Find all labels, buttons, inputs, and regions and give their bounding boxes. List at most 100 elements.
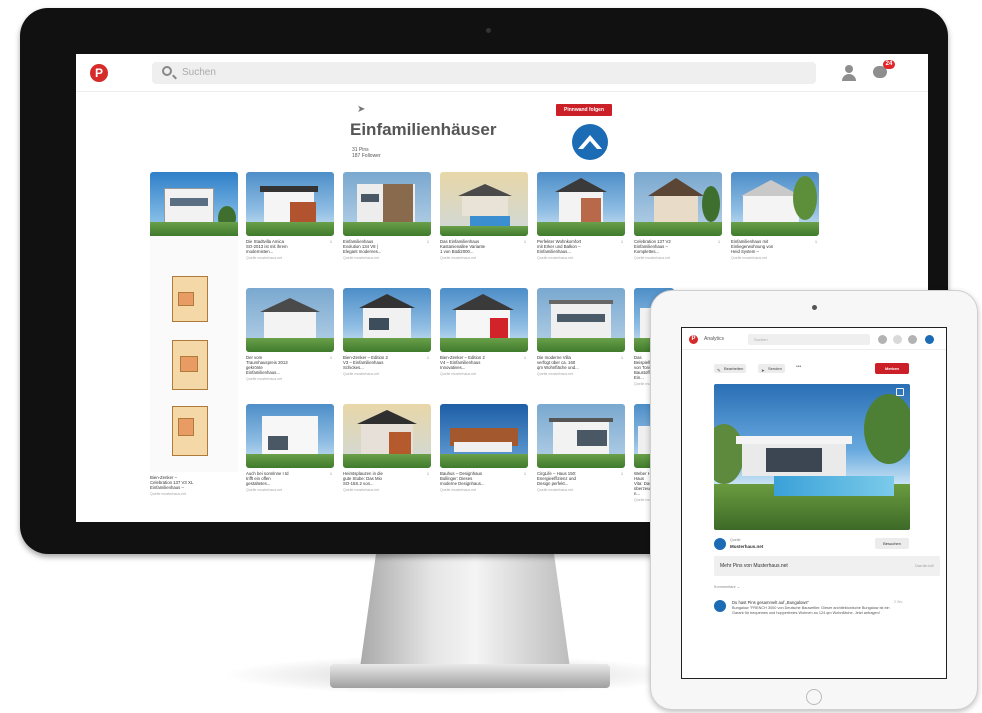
notifications-icon[interactable] — [893, 335, 902, 344]
pin-image[interactable] — [246, 288, 334, 352]
profile-avatar[interactable] — [925, 335, 934, 344]
expand-icon[interactable] — [896, 388, 904, 396]
pin-image[interactable] — [343, 172, 431, 236]
more-options-button[interactable]: ••• — [796, 364, 801, 370]
pin-image[interactable] — [731, 172, 819, 236]
lawn — [150, 222, 238, 236]
house-shape — [454, 442, 512, 452]
notification-badge: 24 — [883, 60, 895, 69]
pin-source[interactable]: Quelle musterhaus.net — [634, 256, 722, 260]
analytics-link[interactable]: Analytics — [704, 336, 724, 342]
repin-count: 1 — [524, 356, 526, 360]
house-shape — [551, 304, 611, 340]
lawn — [440, 338, 528, 352]
pin-source[interactable]: Quelle musterhaus.net — [343, 488, 431, 492]
comments-toggle[interactable]: Kommentare ⌄ — [714, 584, 740, 589]
more-pins-link[interactable]: Das bin ich! — [915, 564, 934, 568]
pin-card[interactable]: 1 Bien-Zenker – Edition 2 V3 – Einfamili… — [343, 288, 431, 376]
pin-image[interactable] — [343, 404, 431, 468]
pin-card[interactable]: 1 Die Stadtvilla Amica SO-2013 ist mit i… — [246, 172, 334, 260]
pin-image[interactable] — [440, 172, 528, 236]
share-arrow-icon[interactable]: ➤ — [357, 104, 365, 115]
follow-board-button[interactable]: Pinnwand folgen — [556, 104, 612, 116]
board-stats: 31 Pins 187 Follower — [352, 147, 381, 159]
pin-image[interactable] — [537, 404, 625, 468]
more-pins-box[interactable]: Mehr Pins von Musterhaus.net Das bin ich… — [714, 556, 940, 576]
messages-icon[interactable] — [908, 335, 917, 344]
pinterest-logo-icon[interactable]: P — [90, 64, 108, 82]
pin-card[interactable]: 1 Heimtsplauzen in die gute Stube: Das M… — [343, 404, 431, 492]
pin-source[interactable]: Quelle musterhaus.net — [440, 372, 528, 376]
pin-card[interactable]: 1 Bien-Zenker – Edition 2 V4 – Einfamili… — [440, 288, 528, 376]
pin-card[interactable]: 1 Bauhus – Designhaus Bullinger: Dieses … — [440, 404, 528, 492]
ipad-home-button[interactable] — [806, 689, 822, 705]
house-window — [268, 436, 288, 450]
house-window — [361, 194, 379, 202]
pin-card[interactable]: 1 Das Einfamilienhaus Kastanienallee Var… — [440, 172, 528, 260]
pin-card[interactable]: 1 Auch bei sonnlnne I td trifft ein offe… — [246, 404, 334, 492]
pin-card[interactable]: 1 Der vom Traumhauspreis 2013 gekrönte E… — [246, 288, 334, 381]
house-roof — [452, 294, 514, 310]
pin-description: Bien-Zenker – Edition 2 V3 – Einfamilien… — [343, 355, 388, 370]
pin-source[interactable]: Quelle musterhaus.net — [731, 256, 819, 260]
pin-image[interactable] — [246, 172, 334, 236]
pin-source[interactable]: Quelle musterhaus.net — [150, 492, 238, 496]
pin-source[interactable]: Quelle musterhaus.net — [537, 372, 625, 376]
lawn — [440, 226, 528, 236]
commenter-avatar[interactable] — [714, 600, 726, 612]
pin-image[interactable] — [537, 172, 625, 236]
pin-source[interactable]: Quelle musterhaus.net — [440, 488, 528, 492]
edit-button[interactable]: ✎ Bearbeiten — [714, 364, 747, 373]
pin-source[interactable]: Quelle musterhaus.net — [343, 372, 431, 376]
pin-image[interactable] — [440, 404, 528, 468]
pin-image[interactable] — [634, 172, 722, 236]
lawn — [537, 454, 625, 468]
pin-source[interactable]: Quelle musterhaus.net — [246, 377, 334, 381]
imac-stand-neck — [360, 548, 570, 668]
pin-image[interactable] — [343, 288, 431, 352]
search-input[interactable]: Suchen — [152, 62, 816, 84]
save-pin-button[interactable]: Merken — [875, 363, 909, 374]
repin-count: 1 — [718, 240, 720, 244]
source-name[interactable]: Musterhaus.net — [730, 544, 763, 549]
pin-source[interactable]: Quelle musterhaus.net — [537, 488, 625, 492]
lawn — [246, 454, 334, 468]
house-roof — [458, 184, 512, 196]
lawn — [537, 222, 625, 236]
pin-source[interactable]: Quelle musterhaus.net — [440, 256, 528, 260]
pin-image[interactable] — [440, 288, 528, 352]
pin-description: Auch bei sonnlnne I td trifft ein offen … — [246, 471, 289, 486]
pin-image[interactable] — [246, 404, 334, 468]
search-placeholder: Suchen — [754, 337, 768, 342]
pin-card[interactable]: 1 Die moderne Villa verfügt über ca. 160… — [537, 288, 625, 376]
pin-source[interactable]: Quelle musterhaus.net — [246, 256, 334, 260]
more-pins-text: Mehr Pins von Musterhaus.net — [720, 563, 788, 569]
send-button[interactable]: ➤ Senden — [758, 364, 785, 373]
board-owner-avatar[interactable] — [572, 124, 608, 160]
pinterest-logo-icon[interactable]: P — [689, 335, 698, 344]
visit-button[interactable]: Besuchen — [875, 538, 909, 549]
pin-closeup-image[interactable] — [714, 384, 910, 530]
pin-image[interactable] — [537, 288, 625, 352]
tree — [793, 176, 817, 220]
board-follower-count[interactable]: 187 Follower — [352, 153, 381, 159]
imac-camera — [486, 28, 491, 33]
source-label: Quelle: — [730, 538, 742, 542]
pin-source[interactable]: Quelle musterhaus.net — [343, 256, 431, 260]
pin-card-floorplan[interactable]: Bien-Zenker – Celebration 137 V3 XL Einf… — [150, 172, 238, 496]
pin-source[interactable]: Quelle musterhaus.net — [537, 256, 625, 260]
board-title: Einfamilienhäuser — [350, 120, 497, 139]
pin-image-floorplan[interactable] — [150, 172, 238, 472]
pin-card[interactable]: 1 Perfekter Wohnkomfort mit Erker und Ba… — [537, 172, 625, 260]
explore-icon[interactable] — [878, 335, 887, 344]
source-avatar[interactable] — [714, 538, 726, 550]
search-input[interactable]: Suchen — [748, 334, 870, 345]
house-window — [369, 318, 389, 330]
pin-card[interactable]: 1 Einfamilienhaus mit Einliegerwohnung v… — [731, 172, 819, 260]
profile-icon[interactable] — [842, 65, 856, 81]
pin-card[interactable]: 1 Celebration 137 V2 Einfamilienhaus – K… — [634, 172, 722, 260]
pin-source[interactable]: Quelle musterhaus.net — [246, 488, 334, 492]
floorplan-room — [178, 292, 194, 306]
pin-card[interactable]: 1 Einfamilienhaus Evolution 134 V8 | Ele… — [343, 172, 431, 260]
pin-card[interactable]: 1 CirgLife – Haus 150: Energieeffizienz … — [537, 404, 625, 492]
